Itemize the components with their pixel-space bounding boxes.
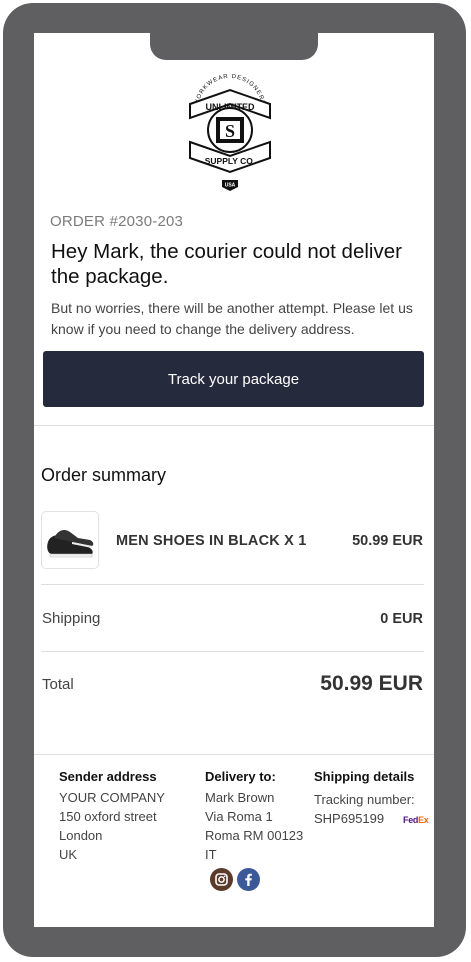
total-label: Total xyxy=(42,676,74,693)
logo-monogram: S xyxy=(225,121,235,141)
row-divider xyxy=(41,651,424,652)
logo-badge: USA xyxy=(225,183,236,189)
delivery-line: Mark Brown xyxy=(205,790,275,805)
phone-notch xyxy=(150,28,318,60)
tracking-label: Tracking number: xyxy=(314,792,415,807)
sender-line: 150 oxford street xyxy=(59,809,157,824)
row-divider xyxy=(41,584,424,585)
sender-line: YOUR COMPANY xyxy=(59,790,165,805)
delivery-line: IT xyxy=(205,847,217,862)
sender-line: UK xyxy=(59,847,78,862)
fedex-fed-text: Fed xyxy=(403,815,419,825)
facebook-icon[interactable] xyxy=(237,868,260,891)
total-value: 50.99 EUR xyxy=(320,672,423,695)
fedex-logo: FedEx xyxy=(403,815,429,825)
section-divider xyxy=(34,425,434,426)
tracking-number[interactable]: SHP695199 xyxy=(314,809,384,828)
item-name: MEN SHOES IN BLACK X 1 xyxy=(116,533,307,549)
instagram-icon[interactable] xyxy=(210,868,233,891)
product-thumbnail xyxy=(41,511,99,569)
shipping-label: Shipping xyxy=(42,610,101,627)
delivery-line: Via Roma 1 xyxy=(205,809,273,824)
delivery-line: Roma RM 00123 xyxy=(205,828,304,843)
logo-banner-bottom: SUPPLY CO. xyxy=(205,156,256,166)
shipping-details-title: Shipping details xyxy=(314,769,415,784)
brand-logo: WORKWEAR DESIGNERS UNLIMITED S SUPPLY CO… xyxy=(189,74,271,191)
sender-line: London xyxy=(59,828,103,843)
order-number: ORDER #2030-203 xyxy=(50,213,184,230)
shipping-value: 0 EUR xyxy=(380,611,423,627)
delivery-to-title: Delivery to: xyxy=(205,769,276,784)
footer-divider xyxy=(34,754,434,755)
track-package-button[interactable]: Track your package xyxy=(43,351,424,407)
fedex-ex-text: Ex xyxy=(418,815,429,825)
message-body: But no worries, there will be another at… xyxy=(51,300,413,337)
shoe-icon xyxy=(47,530,94,558)
sender-address-title: Sender address xyxy=(59,769,157,784)
order-summary-title: Order summary xyxy=(41,465,167,485)
item-price: 50.99 EUR xyxy=(352,533,423,549)
headline: Hey Mark, the courier could not deliver … xyxy=(51,240,402,288)
